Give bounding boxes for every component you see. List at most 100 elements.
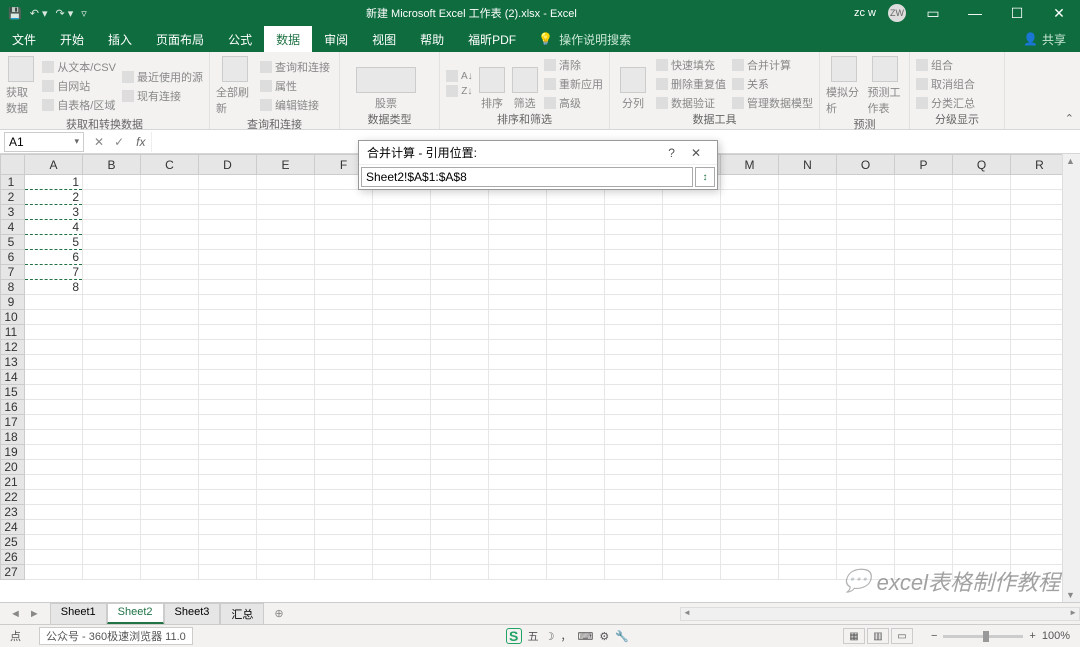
- cell[interactable]: [953, 430, 1011, 445]
- queries-conn[interactable]: 查询和连接: [260, 59, 330, 75]
- cell[interactable]: [779, 325, 837, 340]
- cell[interactable]: [721, 325, 779, 340]
- cell[interactable]: [1011, 280, 1069, 295]
- cell[interactable]: [837, 310, 895, 325]
- cell[interactable]: [199, 295, 257, 310]
- cell[interactable]: [199, 175, 257, 190]
- cell[interactable]: [83, 400, 141, 415]
- cell[interactable]: [547, 370, 605, 385]
- clear-filter[interactable]: 清除: [544, 57, 603, 73]
- cell[interactable]: [895, 565, 953, 580]
- cell[interactable]: [721, 280, 779, 295]
- col-header-C[interactable]: C: [141, 155, 199, 175]
- cell[interactable]: [895, 475, 953, 490]
- cell[interactable]: [315, 520, 373, 535]
- get-data-button[interactable]: 获取数据: [6, 56, 36, 116]
- cell[interactable]: 1: [25, 175, 83, 190]
- cell[interactable]: [1011, 460, 1069, 475]
- cell[interactable]: [25, 520, 83, 535]
- cell[interactable]: [895, 520, 953, 535]
- cell[interactable]: [663, 295, 721, 310]
- cell[interactable]: [605, 235, 663, 250]
- zoom-level[interactable]: 100%: [1042, 630, 1070, 642]
- row-header-2[interactable]: 2: [1, 190, 25, 205]
- cell[interactable]: [1011, 235, 1069, 250]
- cell[interactable]: [895, 190, 953, 205]
- row-header-27[interactable]: 27: [1, 565, 25, 580]
- cell[interactable]: [837, 535, 895, 550]
- cell[interactable]: [257, 265, 315, 280]
- cell[interactable]: [1011, 295, 1069, 310]
- cell[interactable]: [895, 505, 953, 520]
- cell[interactable]: [953, 205, 1011, 220]
- cell[interactable]: [605, 280, 663, 295]
- cell[interactable]: [721, 295, 779, 310]
- cell[interactable]: [953, 280, 1011, 295]
- cell[interactable]: [431, 325, 489, 340]
- cell[interactable]: [315, 445, 373, 460]
- cell[interactable]: [431, 445, 489, 460]
- cell[interactable]: [895, 355, 953, 370]
- cell[interactable]: 4: [25, 220, 83, 235]
- cell[interactable]: [373, 550, 431, 565]
- cell[interactable]: [199, 265, 257, 280]
- col-header-E[interactable]: E: [257, 155, 315, 175]
- cell[interactable]: [721, 415, 779, 430]
- row-header-25[interactable]: 25: [1, 535, 25, 550]
- cell[interactable]: [257, 370, 315, 385]
- cell[interactable]: [83, 490, 141, 505]
- cell[interactable]: [895, 415, 953, 430]
- cell[interactable]: [141, 325, 199, 340]
- fx-icon[interactable]: fx: [130, 135, 151, 149]
- cell[interactable]: [605, 265, 663, 280]
- refresh-all-button[interactable]: 全部刷新: [216, 56, 254, 116]
- tab-foxit[interactable]: 福昕PDF: [456, 26, 528, 52]
- horizontal-scrollbar[interactable]: [294, 607, 1080, 621]
- tab-insert[interactable]: 插入: [96, 26, 144, 52]
- cell[interactable]: [199, 520, 257, 535]
- zoom-control[interactable]: − + 100%: [921, 630, 1080, 642]
- whatif-button[interactable]: 模拟分析: [826, 56, 862, 116]
- cell[interactable]: [779, 475, 837, 490]
- cell[interactable]: [547, 295, 605, 310]
- cell[interactable]: [25, 550, 83, 565]
- cell[interactable]: [373, 325, 431, 340]
- data-model[interactable]: 管理数据模型: [732, 95, 813, 111]
- cell[interactable]: [605, 565, 663, 580]
- cell[interactable]: [199, 280, 257, 295]
- cell[interactable]: [779, 295, 837, 310]
- dialog-close-button[interactable]: ✕: [683, 146, 709, 160]
- existing-conn[interactable]: 现有连接: [122, 88, 203, 104]
- cell[interactable]: [141, 235, 199, 250]
- cell[interactable]: [257, 280, 315, 295]
- cell[interactable]: [663, 340, 721, 355]
- cell[interactable]: [1011, 565, 1069, 580]
- share-button[interactable]: 👤 共享: [1009, 26, 1080, 52]
- cell[interactable]: [257, 550, 315, 565]
- cell[interactable]: [199, 355, 257, 370]
- reapply-filter[interactable]: 重新应用: [544, 76, 603, 92]
- tab-data[interactable]: 数据: [264, 26, 312, 52]
- cell[interactable]: [315, 310, 373, 325]
- cell[interactable]: [83, 565, 141, 580]
- cell[interactable]: [605, 535, 663, 550]
- cell[interactable]: [721, 430, 779, 445]
- cell[interactable]: [431, 190, 489, 205]
- cell[interactable]: [547, 505, 605, 520]
- cell[interactable]: [779, 265, 837, 280]
- cell[interactable]: [25, 340, 83, 355]
- tell-me-search[interactable]: 💡 操作说明搜索: [528, 26, 641, 52]
- cell[interactable]: [315, 400, 373, 415]
- cell[interactable]: [257, 520, 315, 535]
- cell[interactable]: [199, 220, 257, 235]
- ime-comma-icon[interactable]: ，: [561, 628, 572, 644]
- row-header-7[interactable]: 7: [1, 265, 25, 280]
- row-header-4[interactable]: 4: [1, 220, 25, 235]
- cell[interactable]: [257, 175, 315, 190]
- cell[interactable]: [431, 385, 489, 400]
- cell[interactable]: [489, 235, 547, 250]
- group-rows[interactable]: 组合: [916, 57, 975, 73]
- cell[interactable]: [1011, 475, 1069, 490]
- cell[interactable]: [489, 565, 547, 580]
- cell[interactable]: [1011, 505, 1069, 520]
